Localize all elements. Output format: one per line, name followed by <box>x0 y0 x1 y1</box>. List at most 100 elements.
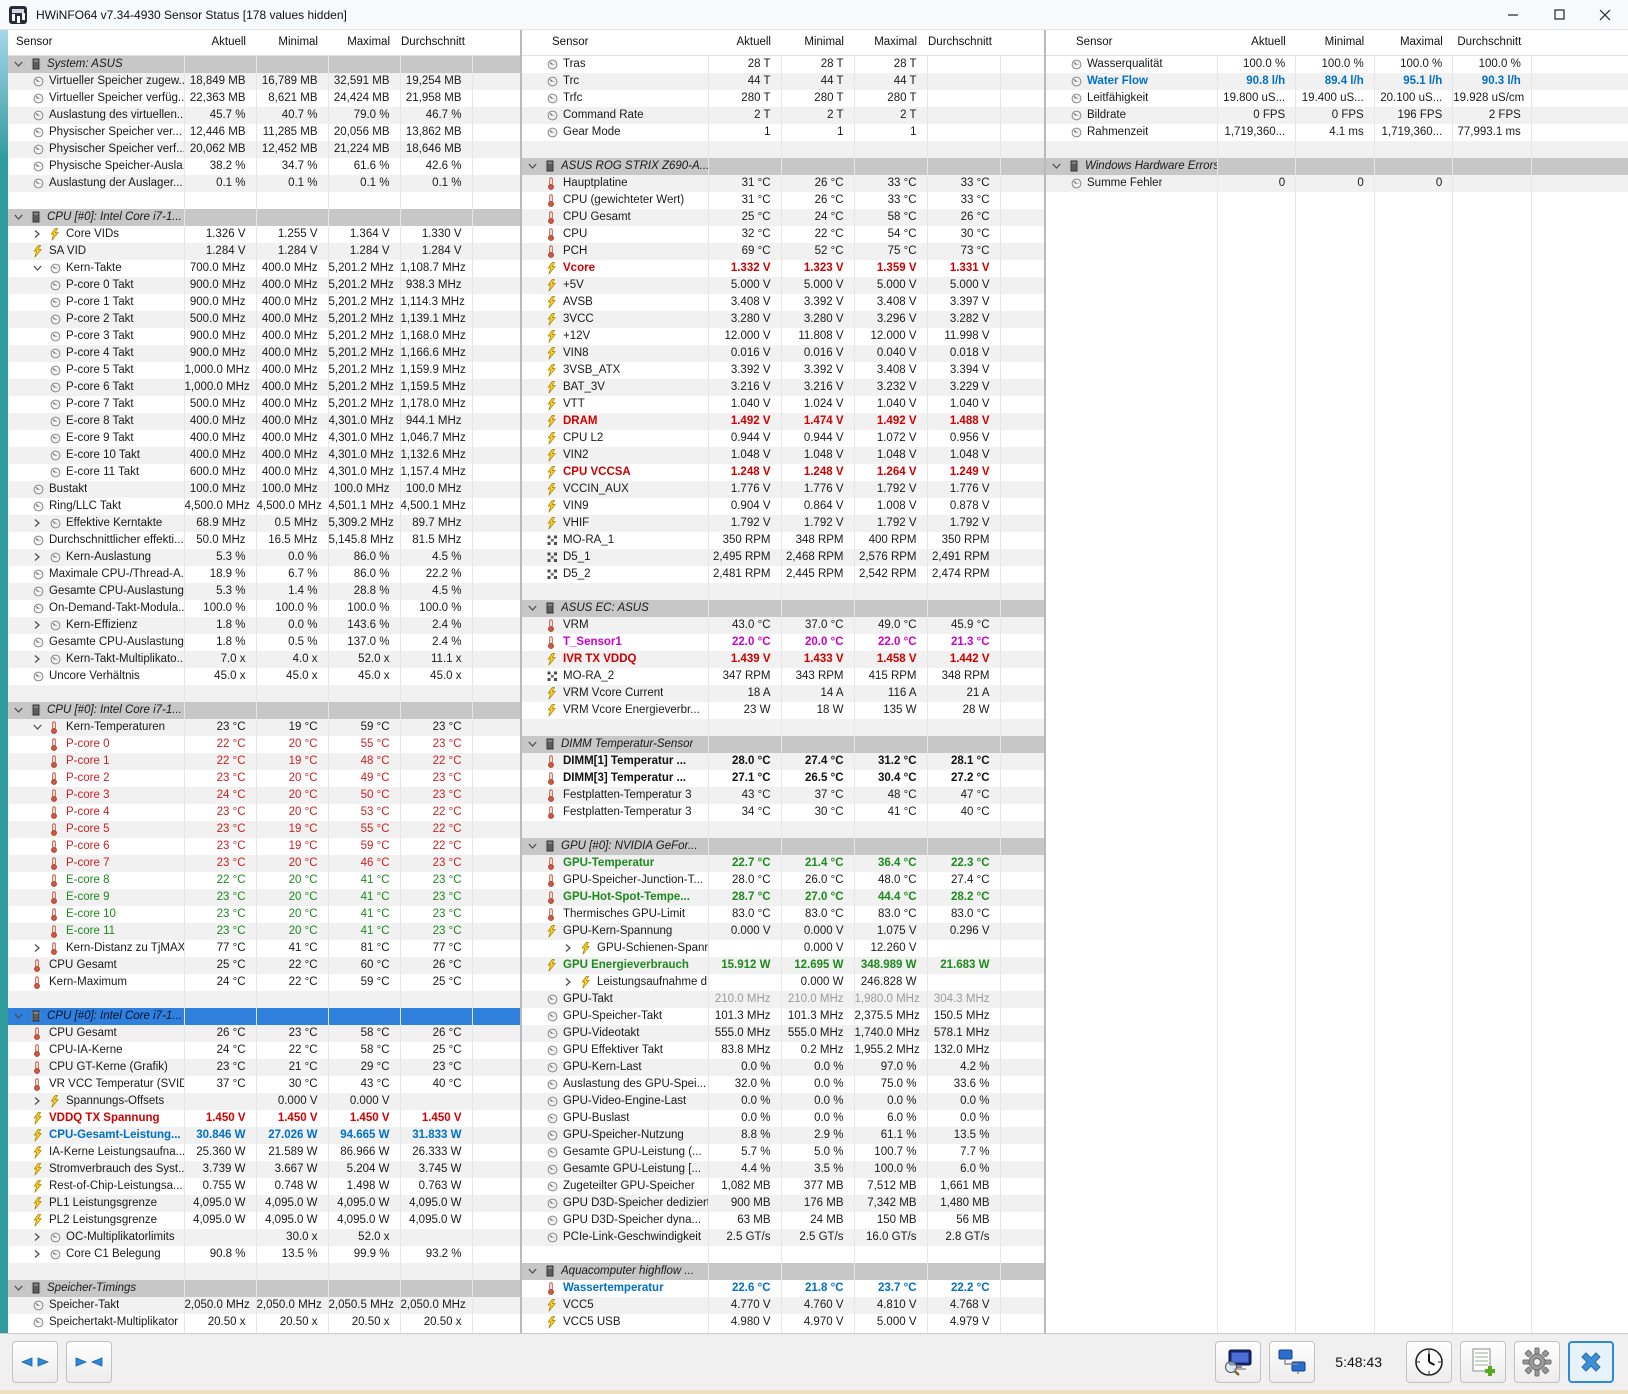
sensor-row[interactable]: Tras 28 T 28 T 28 T <box>522 55 1044 73</box>
sensor-row[interactable]: On-Demand-Takt-Modula... 100.0 % 100.0 % 10… <box>8 599 520 617</box>
column-header-sensor[interactable]: Sensor <box>522 30 708 56</box>
section-row[interactable]: GPU [#0]: NVIDIA GeFor... <box>522 837 1044 855</box>
expand-icon[interactable] <box>33 230 50 238</box>
column-header-minimal[interactable]: Minimal <box>781 30 854 56</box>
sensor-row[interactable]: VTT 1.040 V 1.024 V 1.040 V 1.040 V <box>522 395 1044 413</box>
sensor-row[interactable]: MO-RA_2 347 RPM 343 RPM 415 RPM 348 RPM <box>522 667 1044 685</box>
sensor-row[interactable]: CPU Gesamt 25 °C 22 °C 60 °C 26 °C <box>8 956 520 974</box>
sensor-row[interactable]: Uncore Verhältnis 45.0 x 45.0 x 45.0 x 45.0 … <box>8 667 520 685</box>
sensor-row[interactable]: VIN2 1.048 V 1.048 V 1.048 V 1.048 V <box>522 446 1044 464</box>
collapse-icon[interactable] <box>14 1012 31 1020</box>
sensor-row[interactable]: VHIF 1.792 V 1.792 V 1.792 V 1.792 V <box>522 514 1044 532</box>
sensor-row[interactable]: P-core 0 Takt 900.0 MHz 400.0 MHz 5,201.2 M… <box>8 276 520 294</box>
collapse-icon[interactable] <box>528 1267 545 1275</box>
collapse-icon[interactable] <box>14 213 31 221</box>
column-header-aktuell[interactable]: Aktuell <box>1217 30 1296 56</box>
expand-icon[interactable] <box>33 1233 50 1241</box>
close-button[interactable] <box>1582 0 1628 29</box>
section-row[interactable]: CPU [#0]: Intel Core i7-1... <box>8 208 520 226</box>
sensor-row[interactable]: Gear Mode 1 1 1 <box>522 123 1044 141</box>
sensor-row[interactable]: Festplatten-Temperatur 3 34 °C 30 °C 41 °C 4… <box>522 803 1044 821</box>
sensor-row[interactable]: T_Sensor1 22.0 °C 20.0 °C 22.0 °C 21.3 °C <box>522 633 1044 651</box>
sensor-row[interactable]: Kern-Distanz zu TjMAX 77 °C 41 °C 81 °C 77 °… <box>8 939 520 957</box>
sensor-row[interactable]: Gesamte GPU-Leistung [... 4.4 % 3.5 % 100.0… <box>522 1160 1044 1178</box>
expand-icon[interactable] <box>33 553 50 561</box>
sensor-row[interactable]: Command Rate 2 T2 T2 T <box>522 106 1044 124</box>
sensor-row[interactable]: 3VCC 3.280 V 3.280 V 3.296 V 3.282 V <box>522 310 1044 328</box>
sensor-row[interactable]: CPU GT-Kerne (Grafik) 23 °C 21 °C 29 °C 23 °… <box>8 1058 520 1076</box>
sensor-row[interactable]: Auslastung der Auslager... 0.1 % 0.1 % 0.1 … <box>8 174 520 192</box>
remote-monitoring-button[interactable] <box>1269 1341 1316 1383</box>
sensor-row[interactable]: VRM 43.0 °C 37.0 °C 49.0 °C 45.9 °C <box>522 616 1044 634</box>
sensor-row[interactable]: VIN9 0.904 V 0.864 V 1.008 V 0.878 V <box>522 497 1044 515</box>
sensor-row[interactable]: VRM Vcore Energieverbr... 23 W 18 W 135 W 28… <box>522 701 1044 719</box>
collapse-icon[interactable] <box>528 162 545 170</box>
sensor-row[interactable]: GPU-Temperatur 22.7 °C 21.4 °C 36.4 °C 22.3 … <box>522 854 1044 872</box>
sensor-row[interactable]: VCC5 4.770 V 4.760 V 4.810 V 4.768 V <box>522 1296 1044 1314</box>
expand-icon[interactable] <box>33 519 50 527</box>
collapse-icon[interactable] <box>528 842 545 850</box>
column-header-durchschnitt[interactable]: Durchschnitt <box>927 30 1000 56</box>
sensor-row[interactable]: CPU 32 °C 22 °C 54 °C 30 °C <box>522 225 1044 243</box>
sensor-row[interactable]: AVSB 3.408 V 3.392 V 3.408 V 3.397 V <box>522 293 1044 311</box>
section-row[interactable]: Windows Hardware Errors (... <box>1046 157 1628 175</box>
sensor-row[interactable]: E-core 10 23 °C 20 °C 41 °C 23 °C <box>8 905 520 923</box>
column-header-maximal[interactable]: Maximal <box>854 30 927 56</box>
expand-icon[interactable] <box>33 621 50 629</box>
collapse-icon[interactable] <box>14 60 31 68</box>
sensor-row[interactable]: Trfc 280 T 280 T 280 T <box>522 89 1044 107</box>
sensor-row[interactable]: Kern-Takte 700.0 MHz 400.0 MHz 5,201.2 MHz 1… <box>8 259 520 277</box>
sensor-row[interactable]: CPU (gewichteter Wert) 31 °C 26 °C 33 °C 33 … <box>522 191 1044 209</box>
sensor-row[interactable]: Summe Fehler 0 0 0 <box>1046 174 1628 192</box>
sensor-row[interactable]: Core C1 Belegung 90.8 % 13.5 % 99.9 % 93.2 % <box>8 1245 520 1263</box>
sensor-row[interactable]: Gesamte GPU-Leistung (... 5.7 % 5.0 % 100.7… <box>522 1143 1044 1161</box>
sensor-row[interactable]: Vcore 1.332 V 1.323 V 1.359 V 1.331 V <box>522 259 1044 277</box>
sensor-row[interactable]: GPU-Video-Engine-Last 0.0 % 0.0 % 0.0 % 0.0 … <box>522 1092 1044 1110</box>
collapse-icon[interactable] <box>14 706 31 714</box>
sensor-row[interactable]: Bustakt 100.0 MHz 100.0 MHz 100.0 MHz 100.0 … <box>8 480 520 498</box>
sensor-row[interactable]: Maximale CPU-/Thread-A... 18.9 % 6.7 % 86.0… <box>8 565 520 583</box>
sensor-row[interactable]: GPU-Speicher-Nutzung 8.8 % 2.9 % 61.1 % 13.5… <box>522 1126 1044 1144</box>
sensor-row[interactable]: Bildrate 0 FPS 0 FPS 196 FPS 2 FPS <box>1046 106 1628 124</box>
sensor-row[interactable]: E-core 11 Takt 600.0 MHz 400.0 MHz 4,301.0 … <box>8 463 520 481</box>
sensor-row[interactable]: Physischer Speicher verf... 20,062 MB 12,4… <box>8 140 520 158</box>
collapse-icon[interactable] <box>528 740 545 748</box>
section-row[interactable]: ASUS ROG STRIX Z690-A... <box>522 157 1044 175</box>
system-summary-button[interactable] <box>1215 1341 1262 1383</box>
expand-icon[interactable] <box>33 944 50 952</box>
sensor-row[interactable]: P-core 2 23 °C 20 °C 49 °C 23 °C <box>8 769 520 787</box>
sensor-row[interactable]: CPU-IA-Kerne 24 °C 22 °C 58 °C 25 °C <box>8 1041 520 1059</box>
sensor-row[interactable]: Trc 44 T 44 T 44 T <box>522 72 1044 90</box>
column-header-minimal[interactable]: Minimal <box>256 30 328 56</box>
sensor-row[interactable]: Gesamte CPU-Auslastung 1.8 % 0.5 % 137.0 % 2… <box>8 633 520 651</box>
sensor-row[interactable]: Wassertemperatur 22.6 °C 21.8 °C 23.7 °C 22.… <box>522 1279 1044 1297</box>
sensor-row[interactable]: P-core 0 22 °C 20 °C 55 °C 23 °C <box>8 735 520 753</box>
sensor-row[interactable]: GPU-Kern-Last 0.0 % 0.0 % 97.0 % 4.2 % <box>522 1058 1044 1076</box>
sensor-row[interactable]: P-core 3 24 °C 20 °C 50 °C 23 °C <box>8 786 520 804</box>
sensor-row[interactable]: D5_1 2,495 RPM 2,468 RPM 2,576 RPM 2,491 RPM <box>522 548 1044 566</box>
section-row[interactable]: DIMM Temperatur-Sensor <box>522 735 1044 753</box>
collapse-icon[interactable] <box>528 604 545 612</box>
column-header-maximal[interactable]: Maximal <box>1374 30 1453 56</box>
expand-icon[interactable] <box>33 1097 50 1105</box>
sensor-row[interactable]: CPU-Gesamt-Leistung... 30.846 W 27.026 W 94… <box>8 1126 520 1144</box>
sensor-row[interactable]: OC-Multiplikatorlimits 30.0 x 52.0 x <box>8 1228 520 1246</box>
sensor-row[interactable]: PCH 69 °C 52 °C 75 °C 73 °C <box>522 242 1044 260</box>
sensor-row[interactable]: P-core 2 Takt 500.0 MHz 400.0 MHz 5,201.2 M… <box>8 310 520 328</box>
sensor-row[interactable]: GPU-Videotakt 555.0 MHz 555.0 MHz 1,740.0 M… <box>522 1024 1044 1042</box>
sensor-row[interactable]: Physischer Speicher ver... 12,446 MB 11,28… <box>8 123 520 141</box>
sensor-row[interactable]: P-core 5 23 °C 19 °C 55 °C 22 °C <box>8 820 520 838</box>
collapse-icon[interactable] <box>1052 162 1069 170</box>
sensor-row[interactable]: VCCIN_AUX 1.776 V 1.776 V 1.792 V 1.776 V <box>522 480 1044 498</box>
sensor-row[interactable]: DIMM[3] Temperatur ... 27.1 °C 26.5 °C 30.4… <box>522 769 1044 787</box>
sensor-row[interactable]: E-core 9 Takt 400.0 MHz 400.0 MHz 4,301.0 M… <box>8 429 520 447</box>
sensor-row[interactable]: GPU Effektiver Takt 83.8 MHz 0.2 MHz 1,955.… <box>522 1041 1044 1059</box>
sensor-row[interactable]: 3VSB_ATX 3.392 V 3.392 V 3.408 V 3.394 V <box>522 361 1044 379</box>
column-header-sensor[interactable]: Sensor <box>8 30 184 56</box>
sensor-row[interactable]: E-core 8 Takt 400.0 MHz 400.0 MHz 4,301.0 M… <box>8 412 520 430</box>
expand-icon[interactable] <box>33 655 50 663</box>
sensor-row[interactable]: E-core 10 Takt 400.0 MHz 400.0 MHz 4,301.0 … <box>8 446 520 464</box>
sensor-row[interactable]: +5V 5.000 V 5.000 V 5.000 V 5.000 V <box>522 276 1044 294</box>
sensor-row[interactable]: E-core 8 22 °C 20 °C 41 °C 23 °C <box>8 871 520 889</box>
sensor-row[interactable]: VDDQ TX Spannung 1.450 V 1.450 V 1.450 V 1.4… <box>8 1109 520 1127</box>
